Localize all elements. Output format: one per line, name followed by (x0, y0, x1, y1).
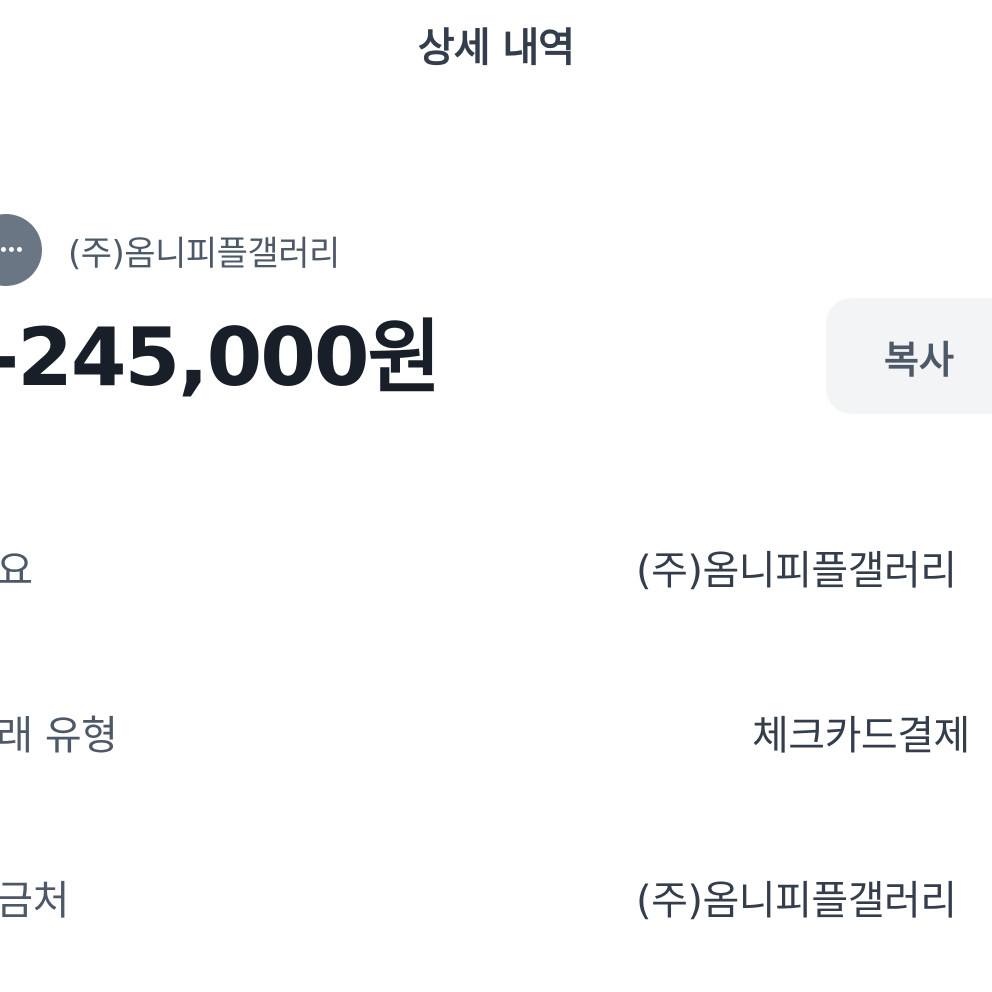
detail-value: 체크카드결제 (752, 713, 970, 759)
detail-value: (주)옴니피플갤러리 (636, 548, 957, 594)
transaction-detail-screen: 상세 내역 (주)옴니피플갤러리 -245,000원 복사 적요 (주)옴니피플… (0, 0, 992, 992)
merchant-name: (주)옴니피플갤러리 (68, 233, 340, 274)
more-dots-icon (1, 247, 22, 253)
transaction-amount: -245,000원 (0, 311, 441, 404)
merchant-row: (주)옴니피플갤러리 (0, 212, 340, 288)
detail-label: 입금처 (0, 878, 69, 924)
detail-row-transaction-type: 거래 유형 체크카드결제 (0, 701, 992, 771)
page-title: 상세 내역 (417, 25, 575, 71)
detail-row-memo: 적요 (주)옴니피플갤러리 (0, 536, 992, 606)
detail-value: (주)옴니피플갤러리 (636, 878, 957, 924)
copy-button[interactable]: 복사 (826, 298, 992, 414)
detail-label: 거래 유형 (0, 713, 118, 759)
merchant-avatar (0, 214, 42, 286)
detail-row-recipient: 입금처 (주)옴니피플갤러리 (0, 866, 992, 936)
detail-label: 적요 (0, 548, 33, 594)
